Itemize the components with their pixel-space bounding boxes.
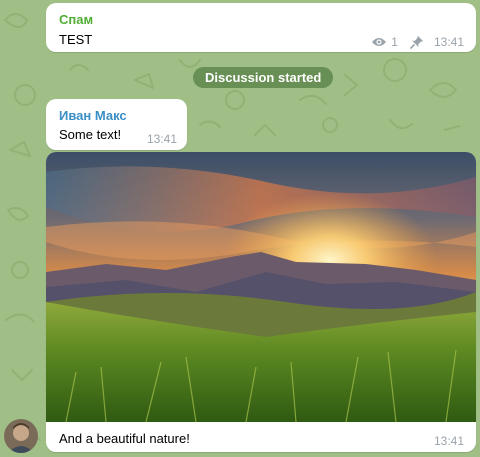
message-time: 13:41 — [433, 434, 464, 448]
message-meta: 1 13:41 — [371, 35, 464, 49]
nature-photo[interactable] — [46, 152, 476, 422]
message-spam[interactable]: Спам TEST 1 13:41 — [46, 3, 476, 52]
message-time: 13:41 — [146, 132, 177, 146]
message-time: 13:41 — [433, 35, 464, 49]
message-ivan[interactable]: Иван Макс Some text! 13:41 — [46, 99, 187, 150]
avatar-image — [4, 419, 38, 453]
eye-icon — [372, 38, 387, 46]
pin-icon — [410, 36, 423, 49]
message-photo[interactable]: And a beautiful nature! 13:41 — [46, 152, 476, 452]
sender-avatar[interactable] — [4, 419, 38, 453]
message-text: TEST — [59, 32, 93, 47]
view-count: 1 — [391, 35, 398, 49]
message-text: Some text! — [59, 127, 122, 142]
discussion-started-badge: Discussion started — [193, 67, 334, 88]
sender-name[interactable]: Иван Макс — [59, 108, 127, 123]
sender-name[interactable]: Спам — [59, 12, 93, 27]
photo-caption: And a beautiful nature! — [59, 431, 190, 446]
